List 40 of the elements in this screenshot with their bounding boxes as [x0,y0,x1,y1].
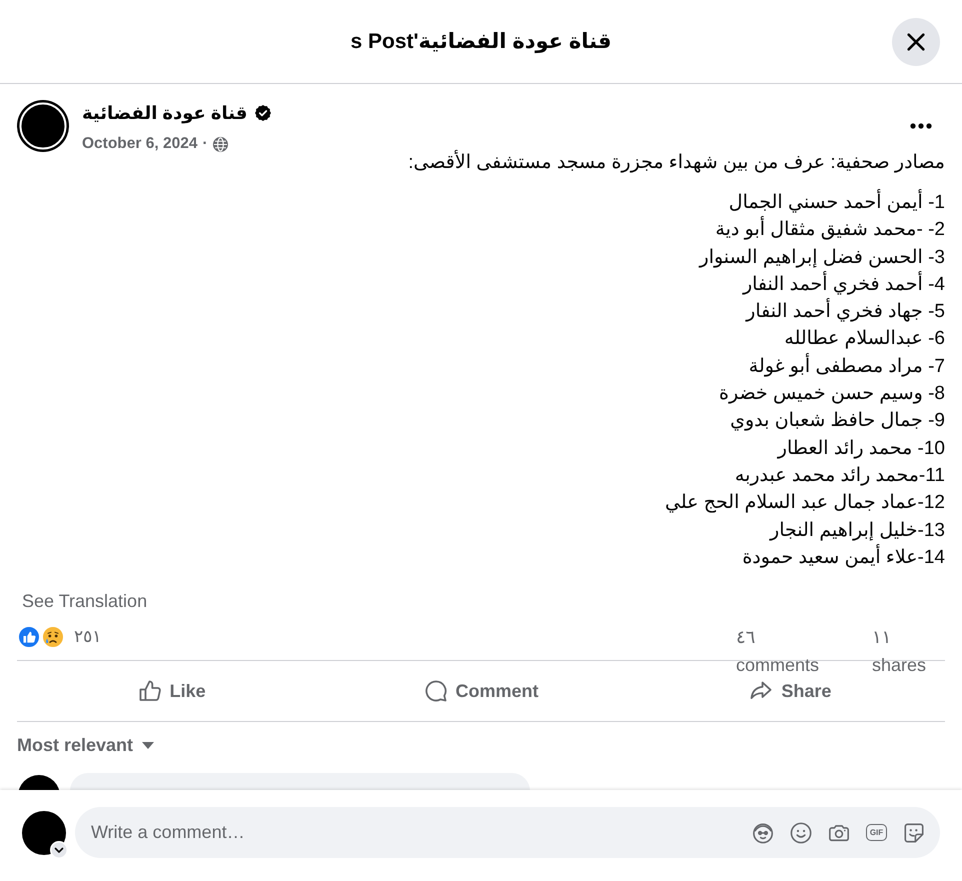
name-list-item: 5- جهاد فخري أحمد النفار [746,298,945,326]
name-list-item: 11-محمد رائد محمد عبدربه [734,464,945,488]
name-list-item: 8- وسيم حسن خميس خضرة [719,382,945,406]
reaction-count[interactable]: ٢٥١ [74,625,102,650]
comment-count[interactable]: ٤٦ comments [736,623,832,680]
name-list-item: 12-عماد جمال عبد السلام الحج علي [665,491,945,516]
user-avatar [22,810,66,854]
name-list-item: 3- الحسن فضل إبراهيم السنوار [700,246,945,270]
name-list-item: 1- أيمن أحمد حسني الجمال [728,189,945,216]
page-avatar[interactable] [17,100,69,152]
page-name[interactable]: قناة عودة الفضائية [82,102,248,124]
name-list-item: 10- محمد رائد العطار [778,436,945,461]
name-list-item: 4- أحمد فخري أحمد النفار [742,270,945,298]
name-list-item: 14-علاء أيمن سعيد حمودة [742,544,945,572]
name-list-item: 9- جمال حافظ شعبان بدوي [730,409,945,434]
more-options-icon[interactable] [910,123,932,129]
name-list-item: 7- مراد مصطفى أبو غولة [748,352,945,380]
sad-face-icon[interactable] [42,626,64,648]
close-icon [907,32,925,50]
comment-input[interactable]: Write a comment… GIF [75,807,940,858]
chevron-down-icon[interactable] [50,840,68,858]
avatar-face-icon[interactable] [752,822,774,844]
like-button[interactable]: Like [21,669,322,714]
speech-bubble-icon [424,679,448,704]
like-reaction-icon[interactable] [18,626,40,648]
comment-button[interactable]: Comment [330,669,632,714]
sticker-icon[interactable] [903,822,925,844]
dialog-title: قناة عودة الفضائية's Post [350,28,612,56]
close-button[interactable] [892,18,940,66]
name-list-item: 6- عبدالسلام عطالله [784,327,945,352]
name-list-item: 13-خليل إبراهيم النجار [770,518,945,543]
gif-button[interactable]: GIF [866,824,887,841]
smiley-icon[interactable] [790,822,812,844]
see-translation-link[interactable]: See Translation [22,590,148,612]
name-list-item: 2- -محمد شفيق مثقال أبو دية [715,216,945,244]
comment-sort-button[interactable]: Most relevant [17,734,154,756]
thumbs-up-icon [138,679,162,704]
globe-icon[interactable] [212,136,228,152]
caret-down-icon [142,742,154,749]
share-count[interactable]: ١١ shares [872,623,934,680]
